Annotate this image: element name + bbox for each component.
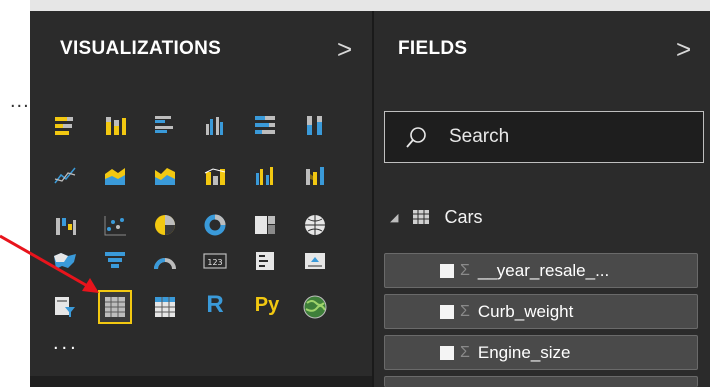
annotation-arrow (0, 234, 99, 293)
